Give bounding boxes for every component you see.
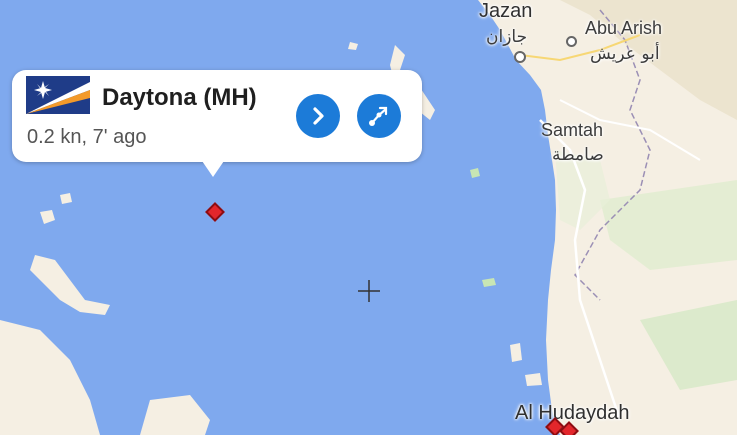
island-small-5 — [525, 373, 542, 386]
label-samtah: Samtah — [541, 120, 604, 140]
vessel-name: Daytona (MH) — [102, 84, 257, 111]
map-canvas[interactable]: Jazan جازان Abu Arish أبو عريش Samtah صا… — [0, 0, 737, 435]
route-icon — [369, 106, 388, 126]
label-jazan-ar: جازان — [486, 27, 528, 47]
town-dot-abu-arish — [566, 36, 577, 47]
vessel-popup[interactable]: Daytona (MH) 0.2 kn, 7' ago — [12, 70, 422, 177]
label-abu-arish-ar: أبو عريش — [590, 44, 660, 64]
marshall-islands-flag-icon — [26, 76, 90, 114]
town-dot-jazan — [514, 51, 526, 63]
crosshair-icon — [358, 280, 380, 302]
vessel-route-button[interactable] — [357, 94, 401, 138]
map-base — [0, 0, 737, 435]
island-small-3 — [60, 193, 72, 204]
island-small-4 — [510, 343, 522, 362]
label-jazan: Jazan — [479, 0, 533, 22]
label-abu-arish: Abu Arish — [585, 18, 663, 38]
vessel-status: 0.2 kn, 7' ago — [27, 126, 147, 148]
vessel-details-button[interactable] — [296, 94, 340, 138]
popup-tail — [200, 158, 226, 177]
label-samtah-ar: صامطة — [552, 145, 604, 165]
chevron-right-icon — [313, 107, 324, 125]
label-al-hudaydah: Al Hudaydah — [515, 402, 630, 424]
